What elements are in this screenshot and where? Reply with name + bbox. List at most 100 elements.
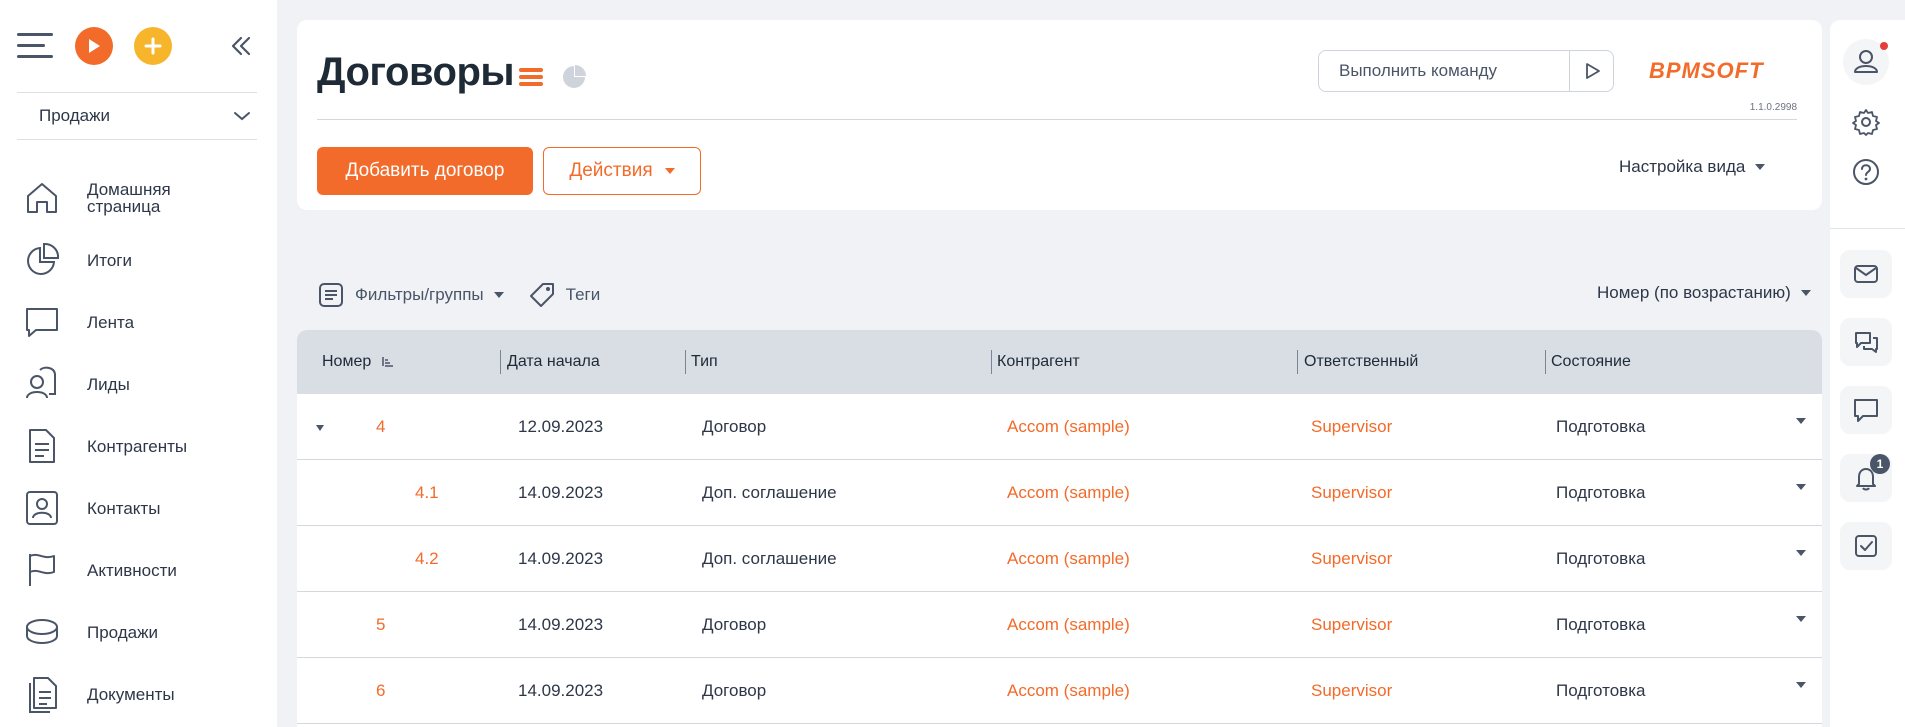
mail-icon: [1854, 265, 1878, 283]
column-header-state[interactable]: Состояние: [1551, 330, 1631, 394]
cell-owner[interactable]: Supervisor: [1311, 526, 1392, 592]
table-row[interactable]: 5 14.09.2023 Договор Accom (sample) Supe…: [297, 592, 1822, 658]
brand-logo-text: BPMSOFT: [1649, 58, 1764, 83]
column-header-start-date[interactable]: Дата начала: [507, 330, 600, 394]
view-settings-label: Настройка вида: [1619, 157, 1746, 176]
run-process-button[interactable]: [75, 27, 113, 65]
unread-dot: [1880, 42, 1888, 50]
cell-number[interactable]: 5: [376, 592, 385, 658]
sidebar-item-label: Продажи: [87, 622, 158, 642]
cell-type: Доп. соглашение: [702, 483, 837, 502]
documents-icon: [17, 669, 67, 719]
cell-type: Доп. соглашение: [702, 549, 837, 568]
actions-button[interactable]: Действия: [543, 147, 701, 195]
row-menu-caret-icon[interactable]: [1794, 678, 1808, 692]
column-header-number[interactable]: Номер: [322, 330, 395, 394]
lead-icon: [17, 359, 67, 409]
pie-chart-icon: [563, 65, 586, 88]
sidebar-item-accounts[interactable]: Контрагенты: [17, 418, 267, 474]
sort-button[interactable]: Номер (по возрастанию): [1597, 283, 1811, 303]
table-row[interactable]: 6 14.09.2023 Договор Accom (sample) Supe…: [297, 658, 1822, 724]
column-header-owner[interactable]: Ответственный: [1304, 330, 1418, 394]
table-row[interactable]: 4 12.09.2023 Договор Accom (sample) Supe…: [297, 394, 1822, 460]
sidebar-item-sales[interactable]: Продажи: [17, 604, 267, 660]
column-header-account[interactable]: Контрагент: [997, 330, 1080, 394]
table-row[interactable]: 4.1 14.09.2023 Доп. соглашение Accom (sa…: [297, 460, 1822, 526]
document-icon: [17, 421, 67, 471]
list-view-icon: [519, 68, 543, 86]
chat-button[interactable]: [1840, 318, 1892, 366]
sidebar: Продажи Домашняя страница Итоги Лента Ли…: [0, 0, 277, 727]
feed-button[interactable]: [1840, 386, 1892, 434]
help-button[interactable]: [1840, 148, 1892, 196]
sidebar-item-feed[interactable]: Лента: [17, 294, 267, 350]
sort-ascending-icon: [382, 357, 394, 367]
cell-number[interactable]: 4.1: [415, 460, 439, 526]
right-rail: 1: [1830, 20, 1905, 727]
analytics-view-button[interactable]: [560, 62, 588, 90]
gear-icon: [1852, 109, 1880, 136]
column-header-type[interactable]: Тип: [691, 330, 718, 394]
row-menu-caret-icon[interactable]: [1794, 480, 1808, 494]
row-menu-caret-icon[interactable]: [1794, 612, 1808, 626]
column-separator: [1545, 350, 1546, 374]
sidebar-item-label: Активности: [87, 560, 177, 580]
caret-down-icon: [664, 168, 675, 174]
tags-label: Теги: [565, 285, 601, 304]
cell-owner[interactable]: Supervisor: [1311, 592, 1392, 658]
cell-owner[interactable]: Supervisor: [1311, 394, 1392, 460]
email-button[interactable]: [1840, 250, 1892, 298]
sidebar-item-documents[interactable]: Документы: [17, 666, 267, 722]
pie-chart-icon: [17, 235, 67, 285]
sidebar-item-home[interactable]: Домашняя страница: [17, 170, 267, 226]
cell-owner[interactable]: Supervisor: [1311, 658, 1392, 724]
cell-account[interactable]: Accom (sample): [1007, 658, 1130, 724]
question-icon: [1853, 159, 1879, 185]
sidebar-item-leads[interactable]: Лиды: [17, 356, 267, 412]
cell-account[interactable]: Accom (sample): [1007, 394, 1130, 460]
add-contract-button[interactable]: Добавить договор: [317, 147, 533, 195]
workspace-select[interactable]: Продажи: [17, 92, 257, 140]
row-menu-caret-icon[interactable]: [1794, 546, 1808, 560]
cell-account[interactable]: Accom (sample): [1007, 592, 1130, 658]
filters-groups-button[interactable]: Фильтры/группы: [317, 281, 504, 309]
profile-button[interactable]: [1840, 38, 1892, 86]
cell-account[interactable]: Accom (sample): [1007, 526, 1130, 592]
column-separator: [1297, 350, 1298, 374]
header-divider: [317, 119, 1797, 120]
sidebar-item-activities[interactable]: Активности: [17, 542, 267, 598]
chevron-down-icon: [234, 112, 250, 121]
tag-icon: [529, 283, 554, 307]
sidebar-item-results[interactable]: Итоги: [17, 232, 267, 288]
notifications-button[interactable]: 1: [1840, 454, 1892, 502]
view-settings-button[interactable]: Настройка вида: [1619, 155, 1766, 179]
cell-number[interactable]: 4.2: [415, 526, 439, 592]
brand-logo: BPMSOFT: [1649, 56, 1799, 86]
column-separator: [500, 350, 501, 374]
cell-owner[interactable]: Supervisor: [1311, 460, 1392, 526]
cell-account[interactable]: Accom (sample): [1007, 460, 1130, 526]
cell-number[interactable]: 6: [376, 658, 385, 724]
flag-icon: [17, 545, 67, 595]
quick-add-button[interactable]: [134, 27, 172, 65]
table-row[interactable]: 4.2 14.09.2023 Доп. соглашение Accom (sa…: [297, 526, 1822, 592]
settings-button[interactable]: [1840, 98, 1892, 146]
command-input[interactable]: [1319, 51, 1569, 91]
double-chevron-left-icon: [231, 36, 251, 56]
sidebar-item-contacts[interactable]: Контакты: [17, 480, 267, 536]
hamburger-icon[interactable]: [17, 33, 53, 59]
page-title: Договоры: [317, 50, 515, 94]
cell-type: Договор: [702, 681, 767, 700]
cell-number[interactable]: 4: [376, 394, 385, 460]
list-view-button[interactable]: [517, 62, 545, 90]
cell-type: Договор: [702, 615, 767, 634]
row-menu-caret-icon[interactable]: [1794, 414, 1808, 428]
play-icon: [89, 39, 100, 53]
cell-date: 14.09.2023: [518, 681, 604, 700]
caret-down-icon: [1755, 164, 1766, 170]
run-command-button[interactable]: [1569, 51, 1613, 91]
collapse-sidebar-button[interactable]: [227, 32, 255, 60]
tasks-button[interactable]: [1840, 522, 1892, 570]
expand-caret-icon[interactable]: [315, 424, 325, 432]
tags-button[interactable]: Теги: [528, 281, 601, 309]
